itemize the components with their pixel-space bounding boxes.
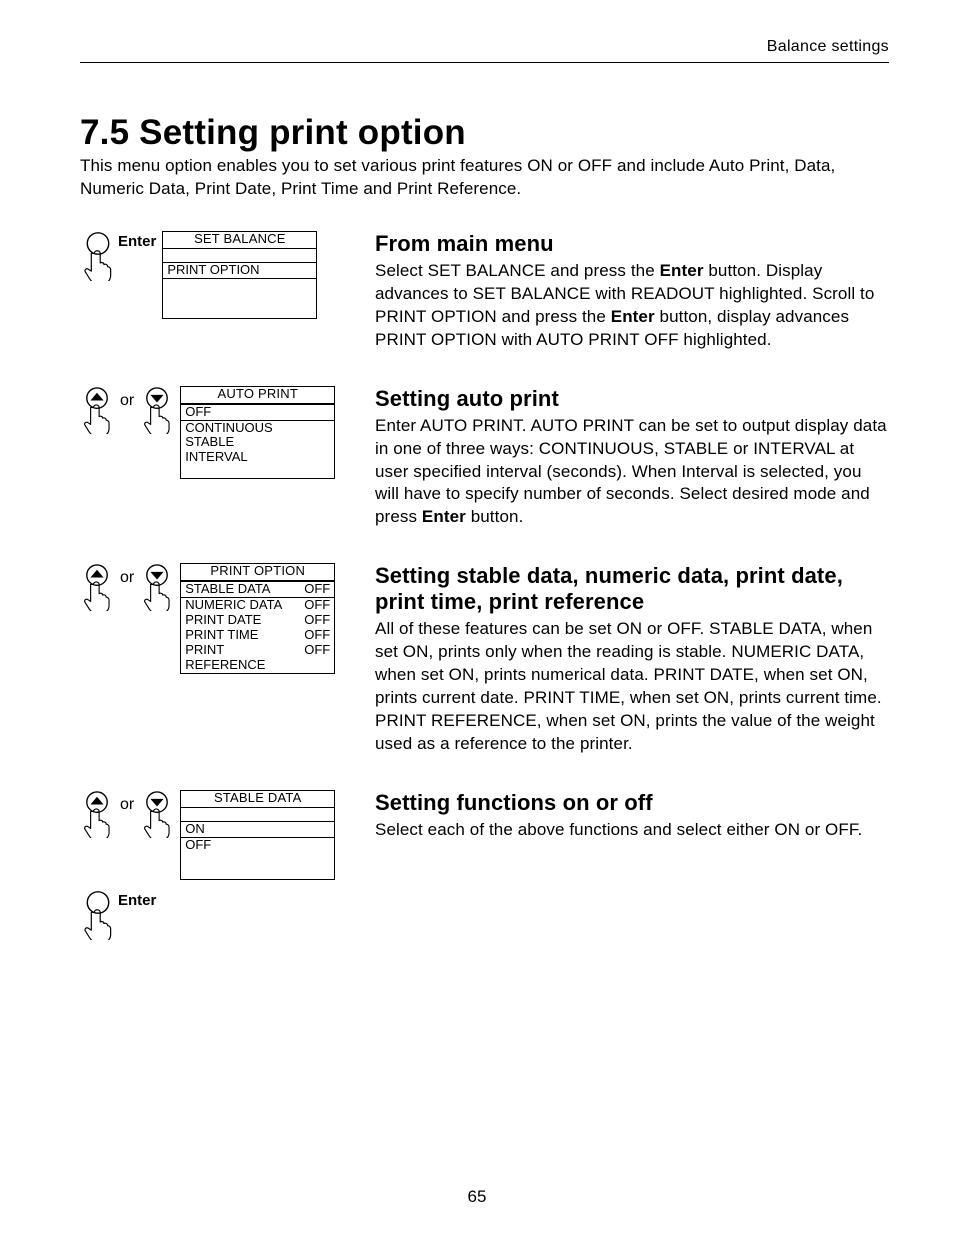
lcd-line xyxy=(181,853,334,866)
lcd-line xyxy=(181,465,334,478)
section-stable-data: or PRINT OPTIONSTABLE DATAOFFNUMERIC DAT… xyxy=(80,563,889,756)
lcd-line: NUMERIC DATAOFF xyxy=(181,598,334,613)
arrow-up-icon xyxy=(80,386,114,434)
section-auto-print: or AUTO PRINTOFFCONTINUOUSSTABLEINTERVAL… xyxy=(80,386,889,530)
lcd-heading: AUTO PRINT xyxy=(181,387,334,404)
enter-label: Enter xyxy=(118,233,156,250)
or-label: or xyxy=(120,569,134,587)
lcd-line: PRINT DATEOFF xyxy=(181,613,334,628)
lcd-line: STABLE xyxy=(181,435,334,450)
section-body: All of these features can be set ON or O… xyxy=(375,618,889,756)
press-enter-icon xyxy=(80,231,116,281)
section-heading: From main menu xyxy=(375,231,889,257)
press-enter-icon xyxy=(80,890,116,940)
section-body: Select each of the above functions and s… xyxy=(375,819,889,842)
lcd-heading: SET BALANCE xyxy=(163,232,316,249)
section-on-off: or STABLE DATA ONOFF Enter Setting functi… xyxy=(80,790,889,940)
page-number: 65 xyxy=(0,1187,954,1207)
arrow-up-icon xyxy=(80,790,114,838)
lcd-line xyxy=(163,292,316,305)
lcd-line xyxy=(181,808,334,821)
lcd-line: INTERVAL xyxy=(181,450,334,465)
lcd-heading: STABLE DATA xyxy=(181,791,334,808)
lcd-display: AUTO PRINTOFFCONTINUOUSSTABLEINTERVAL xyxy=(180,386,335,480)
lcd-heading: PRINT OPTION xyxy=(181,564,334,581)
lcd-line: STABLE DATAOFF xyxy=(181,581,334,598)
intro-paragraph: This menu option enables you to set vari… xyxy=(80,155,889,201)
lcd-line xyxy=(163,279,316,292)
or-label: or xyxy=(120,796,134,814)
lcd-line: PRINT TIMEOFF xyxy=(181,628,334,643)
or-label: or xyxy=(120,392,134,410)
section-heading: Setting auto print xyxy=(375,386,889,412)
lcd-line xyxy=(163,305,316,318)
enter-label: Enter xyxy=(118,892,156,909)
section-body: Select SET BALANCE and press the Enter b… xyxy=(375,260,889,352)
arrow-up-icon xyxy=(80,563,114,611)
section-from-main-menu: Enter SET BALANCE PRINT OPTION From main … xyxy=(80,231,889,352)
section-heading: Setting functions on or off xyxy=(375,790,889,816)
lcd-line: PRINT REFERENCEOFF xyxy=(181,643,334,673)
arrow-down-icon xyxy=(140,386,174,434)
section-body: Enter AUTO PRINT. AUTO PRINT can be set … xyxy=(375,415,889,530)
page-title: 7.5 Setting print option xyxy=(80,113,889,153)
lcd-line xyxy=(163,249,316,262)
lcd-line: PRINT OPTION xyxy=(163,262,316,279)
lcd-display: STABLE DATA ONOFF xyxy=(180,790,335,880)
lcd-line: CONTINUOUS xyxy=(181,421,334,436)
section-heading: Setting stable data, numeric data, print… xyxy=(375,563,889,615)
header-rule xyxy=(80,62,889,63)
running-head: Balance settings xyxy=(80,38,889,56)
lcd-display: SET BALANCE PRINT OPTION xyxy=(162,231,317,319)
lcd-line: OFF xyxy=(181,838,334,853)
lcd-display: PRINT OPTIONSTABLE DATAOFFNUMERIC DATAOF… xyxy=(180,563,335,674)
lcd-line xyxy=(181,866,334,879)
arrow-down-icon xyxy=(140,563,174,611)
lcd-line: ON xyxy=(181,821,334,838)
arrow-down-icon xyxy=(140,790,174,838)
lcd-line: OFF xyxy=(181,404,334,421)
